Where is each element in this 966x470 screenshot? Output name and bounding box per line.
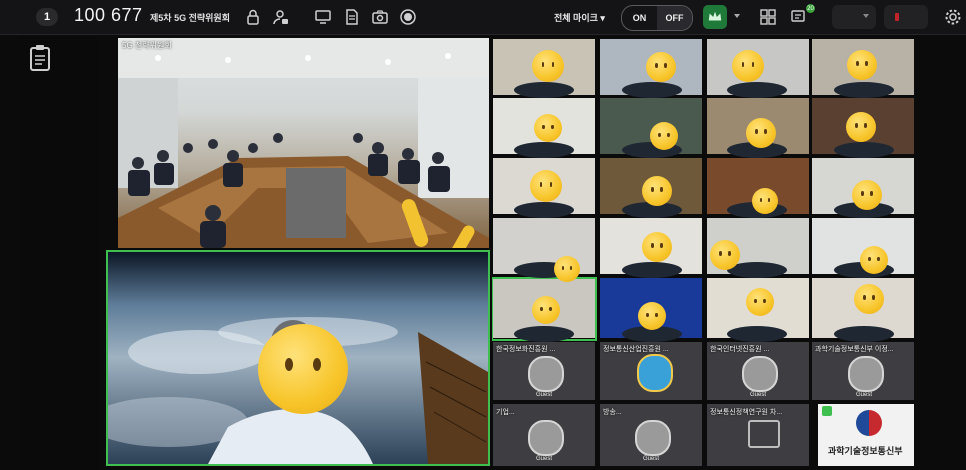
main-room-video[interactable]: 5G 전략위원회 [118, 38, 489, 248]
device-status-pill[interactable] [884, 5, 928, 29]
top-toolbar: 1 100 677 제5차 5G 전략위원회 전체 마이크 ▾ ON OFF 2… [0, 0, 966, 35]
screen-share-icon[interactable] [314, 8, 332, 26]
meeting-title: 제5차 5G 전략위원회 [150, 13, 230, 23]
face-blur-emoji [534, 114, 562, 142]
chat-count-badge: 20 [806, 4, 815, 13]
face-blur-emoji [638, 302, 666, 330]
face-blur-emoji [746, 118, 776, 148]
face-blur-emoji [846, 112, 876, 142]
participant-name: 기업... [496, 409, 515, 416]
host-crown-button[interactable] [703, 5, 727, 29]
clipboard-icon[interactable] [28, 44, 52, 72]
left-sidebar [20, 36, 98, 470]
chevron-down-icon[interactable] [862, 12, 870, 20]
toggle-off-button[interactable]: OFF [657, 6, 692, 30]
participant-name: 정보통신정책연구원 차... [710, 409, 783, 416]
camera-icon[interactable] [371, 8, 389, 26]
face-blur-emoji [258, 324, 348, 414]
user-lock-icon[interactable] [272, 8, 290, 26]
guest-avatar [635, 420, 671, 456]
guest-label: Guest [643, 456, 660, 462]
guest-avatar [528, 356, 564, 392]
crown-icon [708, 11, 722, 21]
guest-label: Guest [856, 392, 873, 398]
face-blur-emoji [746, 288, 774, 316]
face-blur-emoji [650, 122, 678, 150]
active-speaker-video[interactable] [106, 250, 490, 466]
conference-room-image [118, 38, 489, 248]
face-blur-emoji [710, 240, 740, 270]
face-blur-emoji [854, 284, 884, 314]
face-blur-emoji [852, 180, 882, 210]
face-blur-emoji [847, 50, 877, 80]
mic-toggle[interactable]: ON OFF [621, 5, 693, 31]
guest-label: Guest [750, 392, 767, 398]
guest-avatar [528, 420, 564, 456]
face-blur-emoji [732, 50, 764, 82]
layout-grid-icon[interactable] [759, 8, 777, 26]
mic-dropdown[interactable]: 전체 마이크 ▾ [554, 11, 605, 24]
toggle-on-button[interactable]: ON [622, 6, 657, 30]
participant-video-tiles [492, 39, 914, 466]
face-blur-emoji [642, 176, 672, 206]
host-indicator-icon [822, 406, 832, 416]
document-icon[interactable] [343, 8, 361, 26]
face-blur-emoji [554, 256, 580, 282]
chat-icon[interactable] [790, 8, 808, 26]
participant-name: 과학기술정보통신부 이정... [815, 346, 894, 353]
ministry-name: 과학기술정보통신부 [828, 446, 903, 456]
video-conference-screen: 1 100 677 제5차 5G 전략위원회 전체 마이크 ▾ ON OFF 2… [0, 0, 966, 470]
face-blur-emoji [532, 296, 560, 324]
korea-emblem-logo [856, 410, 882, 436]
chat-bubble-icon [748, 420, 780, 448]
guest-label: Guest [536, 392, 553, 398]
meeting-id: 100 677 [74, 5, 143, 25]
participant-name: 한국인터넷진흥원 ... [710, 346, 770, 353]
guest-avatar [742, 356, 778, 392]
guest-label: Guest [536, 456, 553, 462]
room-label: 5G 전략위원회 [122, 41, 172, 50]
chevron-down-icon[interactable] [732, 11, 742, 21]
face-blur-emoji [532, 50, 564, 82]
participant-grid: 한국정보화진흥원 ... 정보통신산업진흥원 ... 한국인터넷진흥원 ... … [492, 38, 916, 468]
face-blur-emoji [860, 246, 888, 274]
guest-avatar [848, 356, 884, 392]
cartoon-avatar [637, 354, 673, 392]
page-number-badge[interactable]: 1 [36, 8, 58, 26]
lock-icon[interactable] [244, 8, 262, 26]
alert-indicator-icon [895, 13, 899, 21]
participant-name: 한국정보화진흥원 ... [496, 346, 556, 353]
participant-name: 정보통신산업진흥원 ... [603, 346, 669, 353]
face-blur-emoji [646, 52, 676, 82]
record-icon[interactable] [399, 8, 417, 26]
gear-icon[interactable] [944, 8, 962, 26]
face-blur-emoji [752, 188, 778, 214]
face-blur-emoji [642, 232, 672, 262]
participant-name: 방송... [603, 409, 622, 416]
face-blur-emoji [530, 170, 562, 202]
